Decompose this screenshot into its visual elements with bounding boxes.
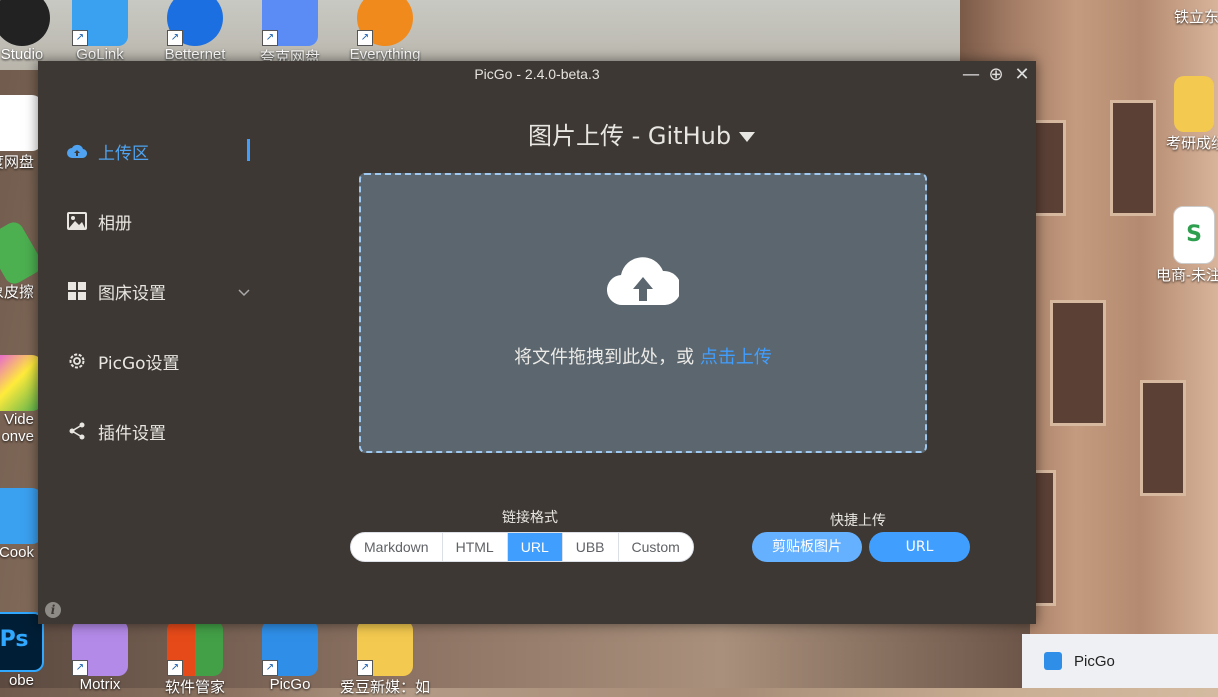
dropzone-text: 将文件拖拽到此处，或: [514, 347, 695, 368]
desktop-icon-right-1[interactable]: 铁立东: [1146, 0, 1218, 27]
grid-icon: [66, 280, 88, 302]
cloud-upload-icon: [606, 251, 682, 311]
sidebar-item-picbed-settings[interactable]: 图床设置: [66, 276, 266, 306]
link-format-label: 链接格式: [502, 510, 558, 526]
desktop-icon-label: 软件管家: [164, 679, 225, 696]
title-bar: PicGo - 2.4.0-beta.3: [38, 61, 1036, 88]
taskbar-item-label: PicGo: [1074, 652, 1115, 670]
link-format-option-ubb[interactable]: UBB: [563, 533, 619, 561]
desktop-icon-label: 电商-未注: [1156, 267, 1218, 284]
desktop-icon-quark-drive[interactable]: ↗ 夸克网盘: [242, 0, 338, 67]
sidebar-item-gallery[interactable]: 相册: [66, 206, 266, 236]
maximize-button[interactable]: ⊕: [985, 64, 1007, 86]
click-upload-link[interactable]: 点击上传: [700, 347, 772, 368]
upload-dropzone[interactable]: 将文件拖拽到此处，或 点击上传: [359, 173, 927, 453]
picgo-app-icon: [1044, 652, 1062, 670]
desktop-icon-label: Motrix: [79, 676, 121, 693]
desktop-icon-exam-folder[interactable]: 考研成绩: [1146, 76, 1218, 153]
desktop-icon-label: 考研成绩: [1166, 135, 1218, 152]
url-upload-button[interactable]: URL: [869, 532, 970, 562]
info-icon[interactable]: i: [45, 602, 61, 618]
caret-down-icon: [739, 120, 756, 148]
sidebar-item-label: PicGo设置: [98, 353, 180, 374]
sidebar-item-label: 上传区: [98, 143, 149, 164]
desktop-icon-label: 爱豆新媒：如: [339, 679, 430, 696]
chevron-down-icon: [238, 282, 250, 302]
quick-upload-label: 快捷上传: [830, 513, 886, 529]
sidebar-item-upload[interactable]: 上传区: [66, 136, 266, 166]
picgo-window: PicGo - 2.4.0-beta.3 — ⊕ ✕ 上传区 相册 图床设置 P…: [38, 61, 1036, 624]
sidebar-item-label: 插件设置: [98, 423, 166, 444]
sidebar: 上传区 相册 图床设置 PicGo设置 插件设置: [38, 88, 268, 624]
desktop-icon-picgo[interactable]: ↗ PicGo: [242, 620, 338, 693]
minimize-button[interactable]: —: [960, 64, 982, 86]
link-format-option-url[interactable]: URL: [507, 533, 563, 561]
sidebar-item-label: 相册: [98, 213, 132, 234]
close-button[interactable]: ✕: [1011, 64, 1033, 86]
desktop-icon-folder[interactable]: ↗ 爱豆新媒：如: [337, 620, 433, 697]
window-title: PicGo - 2.4.0-beta.3: [474, 66, 600, 82]
page-title: 图片上传 - GitHub: [528, 122, 732, 150]
clipboard-upload-button[interactable]: 剪贴板图片: [752, 532, 862, 562]
picbed-selector[interactable]: 图片上传 - GitHub: [528, 116, 756, 151]
share-icon: [66, 420, 88, 442]
link-format-selector: Markdown HTML URL UBB Custom: [350, 532, 694, 562]
link-format-option-markdown[interactable]: Markdown: [351, 533, 443, 561]
desktop-icon-label: 铁立东: [1174, 9, 1218, 26]
desktop-icon-sheet[interactable]: S 电商-未注: [1146, 206, 1218, 285]
sidebar-item-label: 图床设置: [98, 283, 166, 304]
link-format-option-html[interactable]: HTML: [443, 533, 508, 561]
desktop-icon-golink[interactable]: ↗ GoLink: [52, 0, 148, 63]
sidebar-item-plugin-settings[interactable]: 插件设置: [66, 416, 266, 446]
link-format-option-custom[interactable]: Custom: [619, 533, 693, 561]
gear-icon: [66, 350, 88, 372]
image-icon: [66, 210, 88, 232]
desktop-icon-betternet[interactable]: ↗ Betternet: [147, 0, 243, 63]
desktop-icon-everything[interactable]: ↗ Everything: [337, 0, 433, 63]
desktop-icon-label: PicGo: [269, 676, 311, 693]
cloud-upload-icon: [66, 140, 88, 162]
desktop-icon-motrix[interactable]: ↗ Motrix: [52, 620, 148, 693]
dropzone-hint: 将文件拖拽到此处，或 点击上传: [361, 343, 925, 369]
sidebar-item-picgo-settings[interactable]: PicGo设置: [66, 346, 266, 376]
taskbar-item-picgo[interactable]: PicGo: [1022, 634, 1218, 688]
desktop-icon-software-manager[interactable]: ↗ 软件管家: [147, 620, 243, 697]
